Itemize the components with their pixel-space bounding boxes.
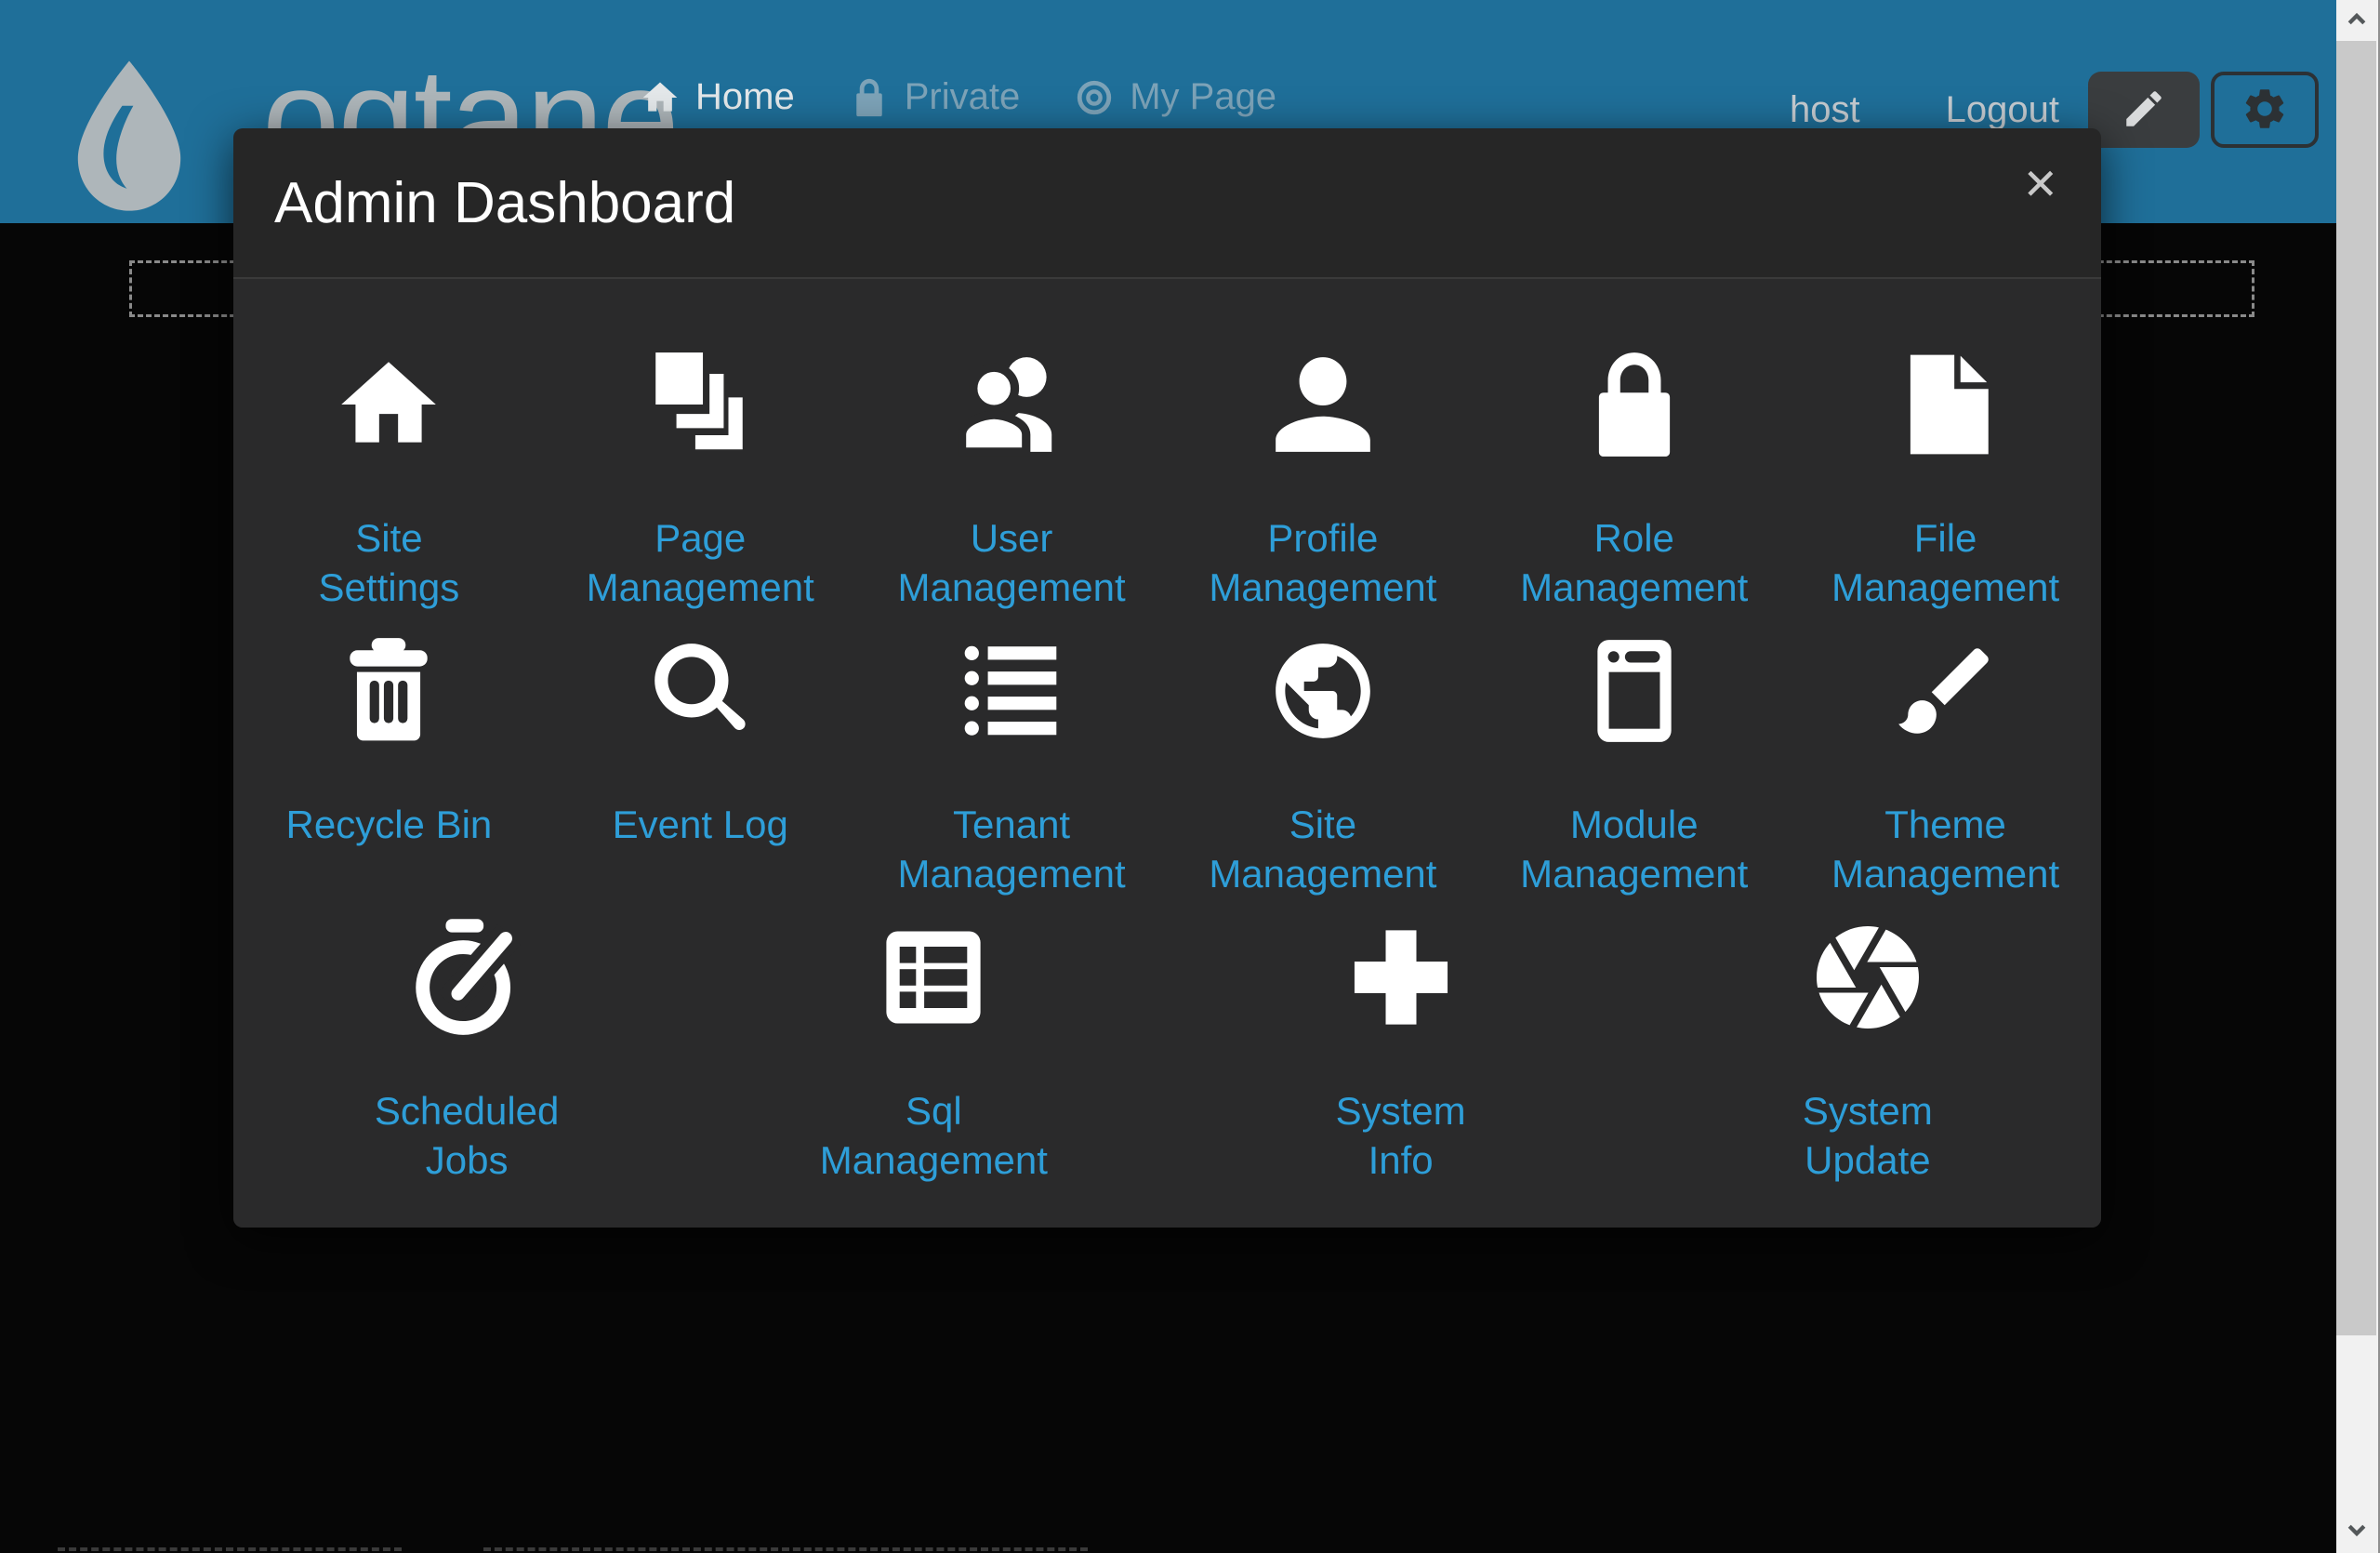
scroll-down-button[interactable] (2336, 1512, 2376, 1553)
page: oqtane HomePrivateMy Page host Logout Ad… (0, 0, 2380, 1553)
tile-label: SiteManagement (1209, 800, 1436, 898)
nav-item-label: Home (695, 76, 795, 118)
tile-label: SystemInfo (1336, 1086, 1466, 1185)
window-icon (1578, 630, 1691, 751)
edit-mode-button[interactable] (2088, 72, 2200, 148)
tile-label: UserManagement (897, 513, 1125, 612)
person-icon (1266, 344, 1380, 465)
tile-page-management[interactable]: PageManagement (545, 344, 856, 630)
bottom-pane-placeholder (483, 1547, 1088, 1551)
people-icon (955, 344, 1068, 465)
tile-scheduled-jobs[interactable]: ScheduledJobs (233, 917, 700, 1203)
user-links: host Logout (1790, 89, 2059, 131)
tile-system-info[interactable]: SystemInfo (1168, 917, 1634, 1203)
tile-label: Event Log (613, 800, 788, 849)
nav-item-private[interactable]: Private (849, 76, 1021, 118)
tile-tenant-management[interactable]: TenantManagement (856, 630, 1168, 917)
tile-label: ScheduledJobs (375, 1086, 560, 1185)
globe-icon (1266, 630, 1380, 751)
tile-role-management[interactable]: RoleManagement (1478, 344, 1790, 630)
lock-icon (1578, 344, 1691, 465)
close-icon[interactable]: ✕ (2016, 162, 2064, 206)
file-icon (1889, 344, 2003, 465)
tile-label: SqlManagement (820, 1086, 1048, 1185)
tile-sql-management[interactable]: SqlManagement (700, 917, 1167, 1203)
home-icon (640, 77, 681, 118)
tile-label: RoleManagement (1520, 513, 1748, 612)
main-nav: Home Private My Page (640, 76, 1276, 118)
timer-icon (405, 917, 528, 1038)
tile-label: SiteSettings (319, 513, 460, 612)
search-icon (643, 630, 757, 751)
tile-label: TenantManagement (897, 800, 1125, 898)
modal-header: Admin Dashboard ✕ (233, 128, 2101, 279)
tile-site-settings[interactable]: SiteSettings (233, 344, 545, 630)
aperture-icon (1806, 917, 1929, 1038)
tile-label: FileManagement (1831, 513, 2059, 612)
tile-recycle-bin[interactable]: Recycle Bin (233, 630, 545, 917)
target-icon (1074, 77, 1115, 118)
nav-item-label: Private (905, 76, 1021, 118)
chevron-up-icon (2342, 4, 2372, 38)
trash-icon (332, 630, 445, 751)
chevron-down-icon (2342, 1516, 2372, 1550)
brush-icon (1889, 630, 2003, 751)
tile-row: Recycle Bin Event Log TenantManagement Site… (233, 630, 2101, 917)
tile-label: SystemUpdate (1803, 1086, 1933, 1185)
settings-button[interactable] (2211, 72, 2319, 148)
tile-event-log[interactable]: Event Log (545, 630, 856, 917)
tile-module-management[interactable]: ModuleManagement (1478, 630, 1790, 917)
vertical-scrollbar[interactable] (2336, 0, 2380, 1553)
modal-title: Admin Dashboard (274, 170, 735, 236)
nav-item-home[interactable]: Home (640, 76, 795, 118)
tile-theme-management[interactable]: ThemeManagement (1790, 630, 2101, 917)
home-icon (332, 344, 445, 465)
admin-dashboard-modal: Admin Dashboard ✕ SiteSettings PageManage… (233, 128, 2101, 1228)
gear-icon (2241, 85, 2289, 136)
tile-label: ThemeManagement (1831, 800, 2059, 898)
pages-icon (643, 344, 757, 465)
tile-label: ProfileManagement (1209, 513, 1436, 612)
scrollbar-thumb[interactable] (2336, 41, 2376, 1335)
plus-icon (1340, 917, 1462, 1038)
tile-row: SiteSettings PageManagement UserManagement… (233, 344, 2101, 630)
tile-profile-management[interactable]: ProfileManagement (1167, 344, 1478, 630)
scroll-up-button[interactable] (2336, 0, 2376, 41)
list-icon (955, 630, 1068, 751)
storage-icon (872, 917, 995, 1038)
tile-user-management[interactable]: UserManagement (856, 344, 1168, 630)
nav-item-my-page[interactable]: My Page (1074, 76, 1276, 118)
logout-link[interactable]: Logout (1946, 89, 2059, 131)
nav-item-label: My Page (1130, 76, 1276, 118)
user-link-host[interactable]: host (1790, 89, 1860, 131)
tile-system-update[interactable]: SystemUpdate (1634, 917, 2101, 1203)
tile-site-management[interactable]: SiteManagement (1167, 630, 1478, 917)
admin-tile-grid: SiteSettings PageManagement UserManagement… (233, 279, 2101, 1228)
tile-row: ScheduledJobs SqlManagement SystemInfo Syst… (233, 917, 2101, 1203)
bottom-pane-placeholder (58, 1547, 402, 1551)
tile-label: Recycle Bin (286, 800, 493, 849)
tile-label: PageManagement (587, 513, 814, 612)
tile-file-management[interactable]: FileManagement (1790, 344, 2101, 630)
droplet-logo-icon (65, 58, 193, 216)
tile-label: ModuleManagement (1520, 800, 1748, 898)
pencil-icon (2121, 86, 2167, 135)
lock-icon (849, 77, 890, 118)
